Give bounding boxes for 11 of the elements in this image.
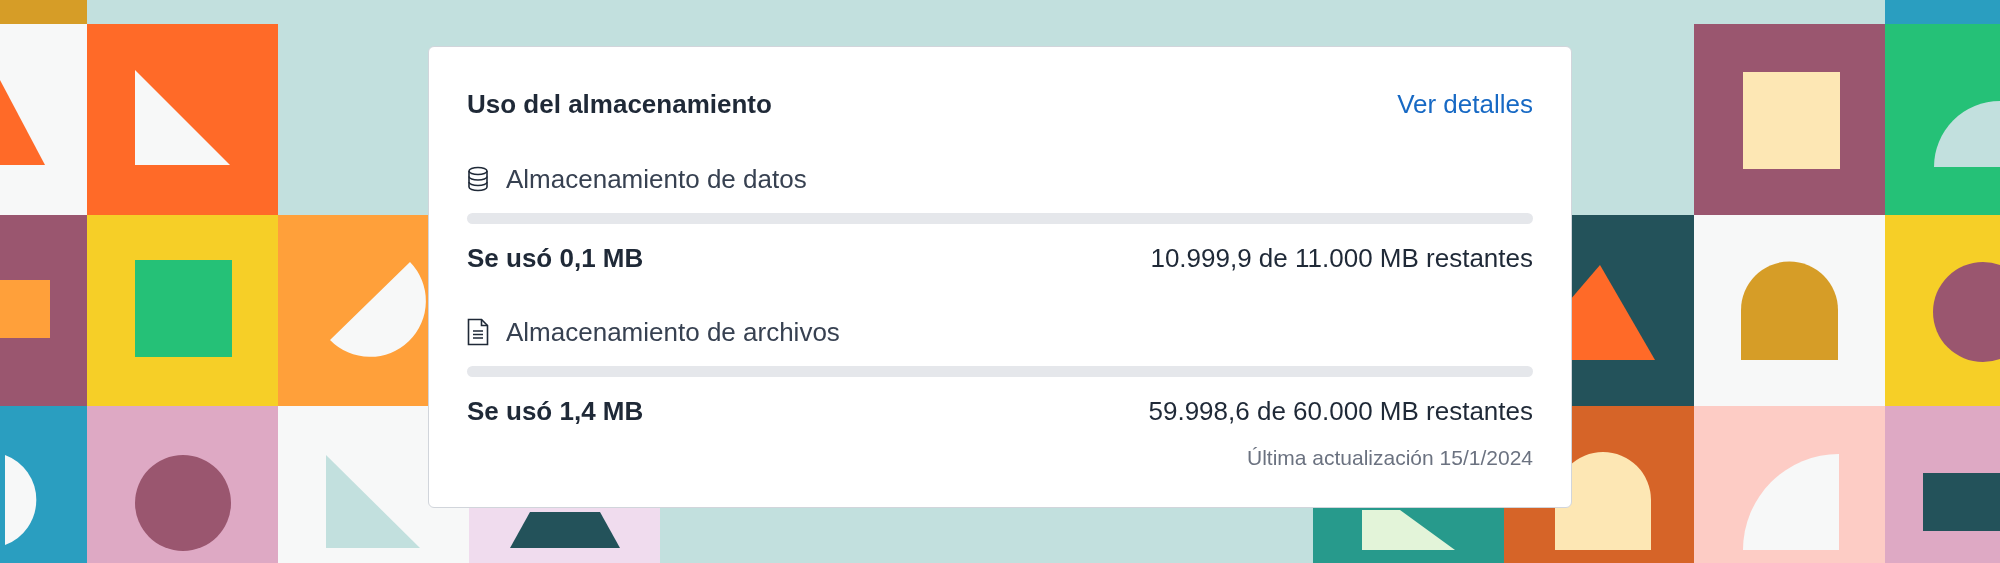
section-label: Almacenamiento de archivos [506,315,840,349]
used-amount: Se usó 1,4 MB [467,394,644,428]
database-icon [467,166,489,192]
section-label: Almacenamiento de datos [506,162,807,196]
remaining-amount: 59.998,6 de 60.000 MB restantes [1148,394,1533,428]
details-link[interactable]: Ver detalles [1397,84,1533,124]
used-amount: Se usó 0,1 MB [467,241,644,275]
remaining-amount: 10.999,9 de 11.000 MB restantes [1150,241,1533,275]
document-icon [467,318,489,346]
last-updated: Última actualización 15/1/2024 [1247,445,1533,471]
card-title: Uso del almacenamiento [467,87,772,121]
